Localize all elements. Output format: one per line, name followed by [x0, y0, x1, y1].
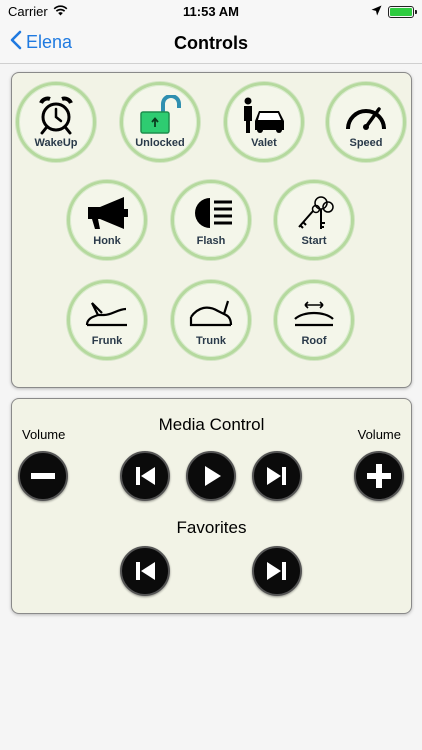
unlocked-padlock-icon [140, 95, 181, 134]
status-right [371, 4, 417, 19]
flash-button[interactable]: Flash [171, 180, 251, 260]
trunk-label: Trunk [196, 335, 226, 347]
battery-fill [390, 7, 412, 16]
speedometer-icon [346, 107, 386, 130]
frunk-button[interactable]: Frunk [67, 280, 147, 360]
trunk-open-icon [189, 300, 233, 327]
status-time: 11:53 AM [183, 4, 239, 19]
start-label: Start [301, 235, 327, 247]
wakeup-button[interactable]: WakeUp [16, 82, 96, 162]
battery-icon [388, 5, 417, 18]
honk-label: Honk [93, 235, 121, 247]
page-title: Controls [174, 33, 248, 53]
speed-button[interactable]: Speed [326, 82, 406, 162]
valet-car-icon [244, 97, 284, 133]
media-panel: Media Control Volume Volume Favorites [11, 398, 412, 614]
plus-icon [367, 464, 391, 488]
media-control-title: Media Control [158, 415, 265, 434]
alarm-clock-icon [39, 96, 73, 135]
frunk-label: Frunk [91, 335, 123, 347]
location-arrow-icon [371, 4, 382, 19]
navigation-bar: Elena Controls [0, 24, 422, 64]
media-play-button[interactable] [186, 451, 236, 501]
wakeup-label: WakeUp [34, 137, 78, 149]
start-button[interactable]: Start [274, 180, 354, 260]
volume-down-label: Volume [22, 427, 66, 442]
volume-down-button[interactable] [18, 451, 68, 501]
frunk-open-icon [85, 302, 127, 327]
roof-button[interactable]: Roof [274, 280, 354, 360]
minus-icon [31, 473, 55, 479]
skip-previous-icon [136, 467, 155, 485]
favorites-previous-button[interactable] [120, 546, 170, 596]
favorites-next-button[interactable] [252, 546, 302, 596]
keys-icon [298, 196, 334, 229]
flash-label: Flash [196, 235, 226, 247]
media-previous-button[interactable] [120, 451, 170, 501]
skip-next-icon [267, 467, 286, 485]
volume-up-button[interactable] [354, 451, 404, 501]
status-bar: Carrier 11:53 AM [0, 0, 422, 24]
trunk-button[interactable]: Trunk [171, 280, 251, 360]
skip-next-icon [267, 562, 286, 580]
unlocked-button[interactable]: Unlocked [120, 82, 200, 162]
valet-button[interactable]: Valet [224, 82, 304, 162]
speed-label: Speed [349, 137, 383, 149]
media-next-button[interactable] [252, 451, 302, 501]
skip-previous-icon [136, 562, 155, 580]
controls-panel: WakeUp Unlocked Valet Speed Honk Flash S… [11, 72, 412, 388]
roof-label: Roof [301, 335, 327, 347]
valet-label: Valet [251, 137, 277, 149]
favorites-title: Favorites [176, 518, 247, 537]
unlocked-label: Unlocked [135, 137, 185, 149]
volume-up-label: Volume [357, 427, 401, 442]
headlight-icon [195, 198, 232, 228]
honk-button[interactable]: Honk [67, 180, 147, 260]
sunroof-icon [294, 301, 334, 327]
play-icon [205, 466, 221, 486]
megaphone-icon [88, 197, 128, 229]
